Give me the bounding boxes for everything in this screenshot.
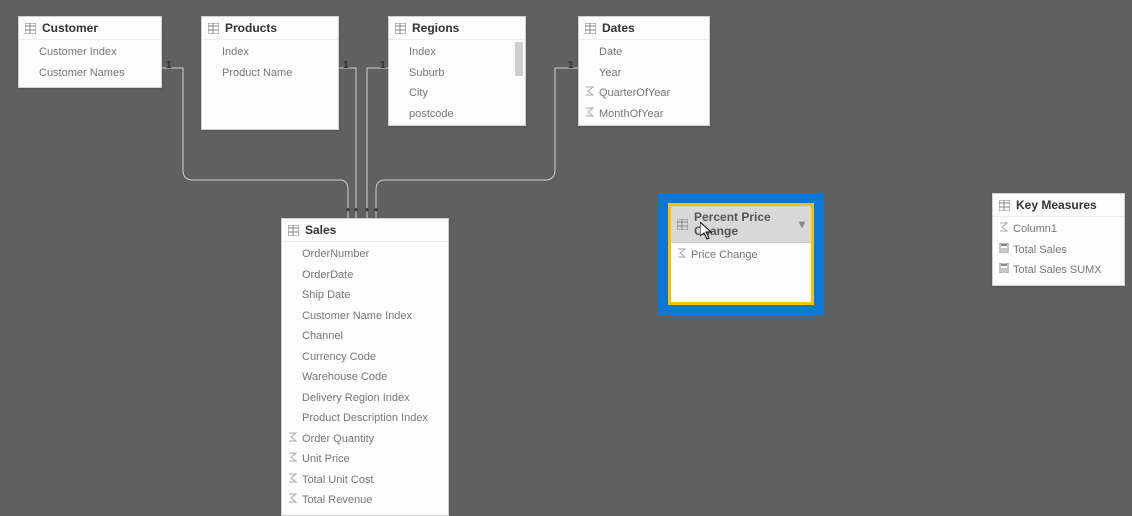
field-regions-suburb[interactable]: Suburb <box>389 63 525 84</box>
table-dates-title: Dates <box>602 21 635 35</box>
chevron-down-icon[interactable]: ▾ <box>799 217 805 231</box>
table-icon <box>25 23 36 34</box>
table-regions-title: Regions <box>412 21 459 35</box>
calculator-icon <box>999 243 1010 254</box>
field-sales-deliveryregion[interactable]: Delivery Region Index <box>282 388 448 409</box>
sigma-icon <box>288 452 299 463</box>
cardinality-sales-many-4: * <box>374 207 378 218</box>
field-dates-monthname[interactable]: MonthName <box>579 124 709 126</box>
cardinality-sales-many-1: * <box>346 207 350 218</box>
field-km-totalsales[interactable]: Total Sales <box>993 240 1124 261</box>
field-regions-postcode[interactable]: postcode <box>389 104 525 125</box>
field-km-column1[interactable]: Column1 <box>993 219 1124 240</box>
table-ppc-title: Percent Price Change <box>694 210 793 238</box>
cardinality-sales-many-3: * <box>365 207 369 218</box>
sigma-icon <box>288 432 299 443</box>
table-icon <box>677 219 688 230</box>
sigma-icon <box>288 493 299 504</box>
calculator-icon <box>999 263 1010 274</box>
sigma-icon <box>677 248 688 259</box>
field-dates-year[interactable]: Year <box>579 63 709 84</box>
highlight-frame: Percent Price Change ▾ Price Change <box>658 193 824 315</box>
field-sales-shipdate[interactable]: Ship Date <box>282 285 448 306</box>
field-sales-channel[interactable]: Channel <box>282 326 448 347</box>
table-customer-header[interactable]: Customer <box>19 17 161 40</box>
table-key-measures[interactable]: Key Measures Column1 Total Sales Total S… <box>992 193 1125 286</box>
field-dates-date[interactable]: Date <box>579 42 709 63</box>
field-regions-city[interactable]: City <box>389 83 525 104</box>
field-dates-month[interactable]: MonthOfYear <box>579 104 709 125</box>
table-customer[interactable]: Customer Customer Index Customer Names <box>18 16 162 88</box>
table-dates-body: Date Year QuarterOfYear MonthOfYear Mont… <box>579 40 709 126</box>
sigma-icon <box>288 473 299 484</box>
table-products-header[interactable]: Products <box>202 17 338 40</box>
table-icon <box>208 23 219 34</box>
field-km-totalsalessumx[interactable]: Total Sales SUMX <box>993 260 1124 281</box>
table-products-body: Index Product Name <box>202 40 338 87</box>
field-sales-custnameidx[interactable]: Customer Name Index <box>282 306 448 327</box>
table-icon <box>288 225 299 236</box>
cardinality-sales-many-2: * <box>354 207 358 218</box>
field-customer-names[interactable]: Customer Names <box>19 63 161 84</box>
cardinality-dates-one: 1 <box>568 60 574 71</box>
table-regions-header[interactable]: Regions <box>389 17 525 40</box>
table-regions-body: Index Suburb City postcode Longitude <box>389 40 525 126</box>
cardinality-customer-one: 1 <box>166 60 172 71</box>
field-sales-totalunitcost[interactable]: Total Unit Cost <box>282 470 448 491</box>
field-sales-orderdate[interactable]: OrderDate <box>282 265 448 286</box>
table-customer-body: Customer Index Customer Names <box>19 40 161 87</box>
field-customer-index[interactable]: Customer Index <box>19 42 161 63</box>
field-sales-totalrevenue[interactable]: Total Revenue <box>282 490 448 511</box>
sigma-icon <box>585 107 596 118</box>
field-dates-quarter[interactable]: QuarterOfYear <box>579 83 709 104</box>
table-icon <box>999 200 1010 211</box>
table-icon <box>395 23 406 34</box>
table-sales-body: OrderNumber OrderDate Ship Date Customer… <box>282 242 448 515</box>
table-sales-header[interactable]: Sales <box>282 219 448 242</box>
table-dates-header[interactable]: Dates <box>579 17 709 40</box>
table-products-title: Products <box>225 21 277 35</box>
table-percent-price-change[interactable]: Percent Price Change ▾ Price Change <box>671 206 811 302</box>
table-sales-title: Sales <box>305 223 336 237</box>
field-sales-productdesc[interactable]: Product Description Index <box>282 408 448 429</box>
cardinality-regions-one: 1 <box>380 60 386 71</box>
table-regions[interactable]: Regions Index Suburb City postcode Longi… <box>388 16 526 126</box>
regions-scrollbar[interactable] <box>515 42 523 76</box>
table-ppc-body: Price Change <box>671 243 811 270</box>
field-sales-currency[interactable]: Currency Code <box>282 347 448 368</box>
table-keymeasures-title: Key Measures <box>1016 198 1097 212</box>
field-products-index[interactable]: Index <box>202 42 338 63</box>
table-customer-title: Customer <box>42 21 98 35</box>
sigma-icon <box>999 222 1010 233</box>
relationship-connectors <box>0 0 1132 510</box>
field-sales-warehouse[interactable]: Warehouse Code <box>282 367 448 388</box>
field-sales-ordernumber[interactable]: OrderNumber <box>282 244 448 265</box>
table-icon <box>585 23 596 34</box>
table-ppc-header[interactable]: Percent Price Change ▾ <box>671 206 811 243</box>
table-keymeasures-header[interactable]: Key Measures <box>993 194 1124 217</box>
table-dates[interactable]: Dates Date Year QuarterOfYear MonthOfYea… <box>578 16 710 126</box>
cardinality-products-one: 1 <box>343 60 349 71</box>
field-regions-longitude[interactable]: Longitude <box>389 124 525 126</box>
table-sales[interactable]: Sales OrderNumber OrderDate Ship Date Cu… <box>281 218 449 516</box>
table-keymeasures-body: Column1 Total Sales Total Sales SUMX <box>993 217 1124 285</box>
field-products-name[interactable]: Product Name <box>202 63 338 84</box>
table-products[interactable]: Products Index Product Name <box>201 16 339 130</box>
field-sales-orderqty[interactable]: Order Quantity <box>282 429 448 450</box>
field-ppc-pricechange[interactable]: Price Change <box>671 245 811 266</box>
field-sales-unitprice[interactable]: Unit Price <box>282 449 448 470</box>
sigma-icon <box>585 86 596 97</box>
field-regions-index[interactable]: Index <box>389 42 525 63</box>
